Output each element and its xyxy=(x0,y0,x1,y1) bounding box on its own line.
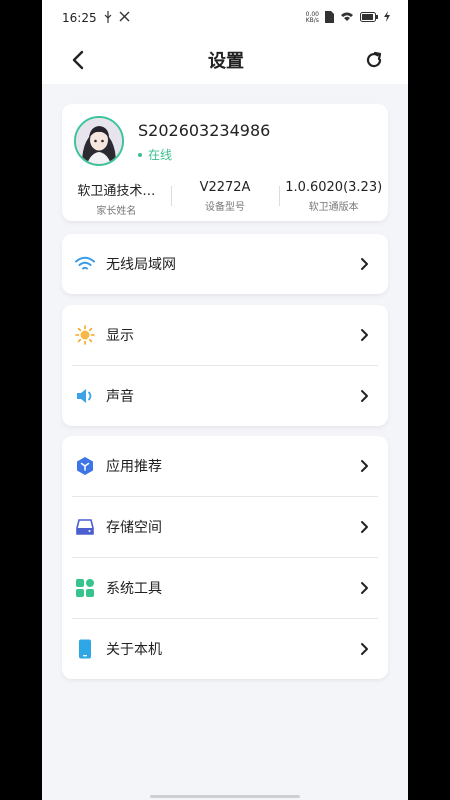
storage-icon xyxy=(74,516,96,538)
profile-stats: 软卫通技术… 家长姓名 V2272A 设备型号 1.0.6020(3.23) 软… xyxy=(62,180,388,217)
settings-item-label: 应用推荐 xyxy=(106,459,162,475)
settings-item-storage[interactable]: 存储空间 xyxy=(62,497,388,557)
settings-item-display[interactable]: 显示 xyxy=(62,305,388,365)
home-indicator[interactable] xyxy=(150,795,300,798)
settings-item-label: 存储空间 xyxy=(106,520,162,536)
sim-icon xyxy=(325,10,334,26)
tools-icon xyxy=(119,11,130,25)
phone-icon xyxy=(74,638,96,660)
app-recommend-icon xyxy=(74,455,96,477)
back-arrow-icon[interactable] xyxy=(64,46,92,74)
page-title: 设置 xyxy=(208,51,244,72)
stat-app-version: 1.0.6020(3.23) 软卫通版本 xyxy=(279,180,388,217)
settings-item-about[interactable]: 关于本机 xyxy=(62,619,388,679)
profile-card[interactable]: S202603234986 在线 软卫通技术… 家长姓名 V2272A 设备型号… xyxy=(62,104,388,221)
title-bar: 设置 xyxy=(42,36,408,84)
net-speed: 0.00 KB/s xyxy=(305,11,319,24)
settings-item-label: 关于本机 xyxy=(106,642,162,658)
chevron-right-icon xyxy=(361,582,368,594)
online-status-label: 在线 xyxy=(148,148,173,162)
settings-item-label: 声音 xyxy=(106,389,134,405)
stat-device-model: V2272A 设备型号 xyxy=(170,180,280,217)
settings-item-label: 系统工具 xyxy=(106,581,162,597)
status-dot-icon xyxy=(138,152,142,157)
settings-item-label: 无线局域网 xyxy=(106,257,176,273)
online-status: 在线 xyxy=(138,146,172,163)
avatar xyxy=(74,116,124,166)
chevron-right-icon xyxy=(361,329,368,341)
settings-item-system-tools[interactable]: 系统工具 xyxy=(62,558,388,618)
settings-item-wlan[interactable]: 无线局域网 xyxy=(62,234,388,294)
settings-item-label: 显示 xyxy=(106,328,134,344)
chevron-right-icon xyxy=(361,258,368,270)
display-sound-group: 显示 声音 xyxy=(62,305,388,426)
chevron-right-icon xyxy=(361,521,368,533)
refresh-icon[interactable] xyxy=(360,46,388,74)
stat-parent-name: 软卫通技术… 家长姓名 xyxy=(77,184,156,217)
account-id: S202603234986 xyxy=(138,121,271,140)
status-bar: 16:25 0.00 KB/s xyxy=(42,0,408,36)
chevron-right-icon xyxy=(361,643,368,655)
system-group: 应用推荐 存储空间 系统工具 关于本机 xyxy=(62,436,388,679)
settings-item-sound[interactable]: 声音 xyxy=(62,366,388,426)
charging-icon xyxy=(384,11,390,25)
usb-icon xyxy=(103,10,113,26)
wifi-icon xyxy=(74,253,96,275)
chevron-right-icon xyxy=(361,460,368,472)
system-tools-icon xyxy=(74,577,96,599)
settings-item-app-recommend[interactable]: 应用推荐 xyxy=(62,436,388,496)
phone-screen: 16:25 0.00 KB/s 设置 S202603234986 在线 软卫通技… xyxy=(42,0,408,800)
speaker-icon xyxy=(74,385,96,407)
battery-icon xyxy=(360,11,378,25)
chevron-right-icon xyxy=(361,390,368,402)
status-time: 16:25 xyxy=(62,11,97,25)
wifi-icon xyxy=(340,11,354,25)
wlan-group: 无线局域网 xyxy=(62,234,388,294)
brightness-icon xyxy=(74,324,96,346)
